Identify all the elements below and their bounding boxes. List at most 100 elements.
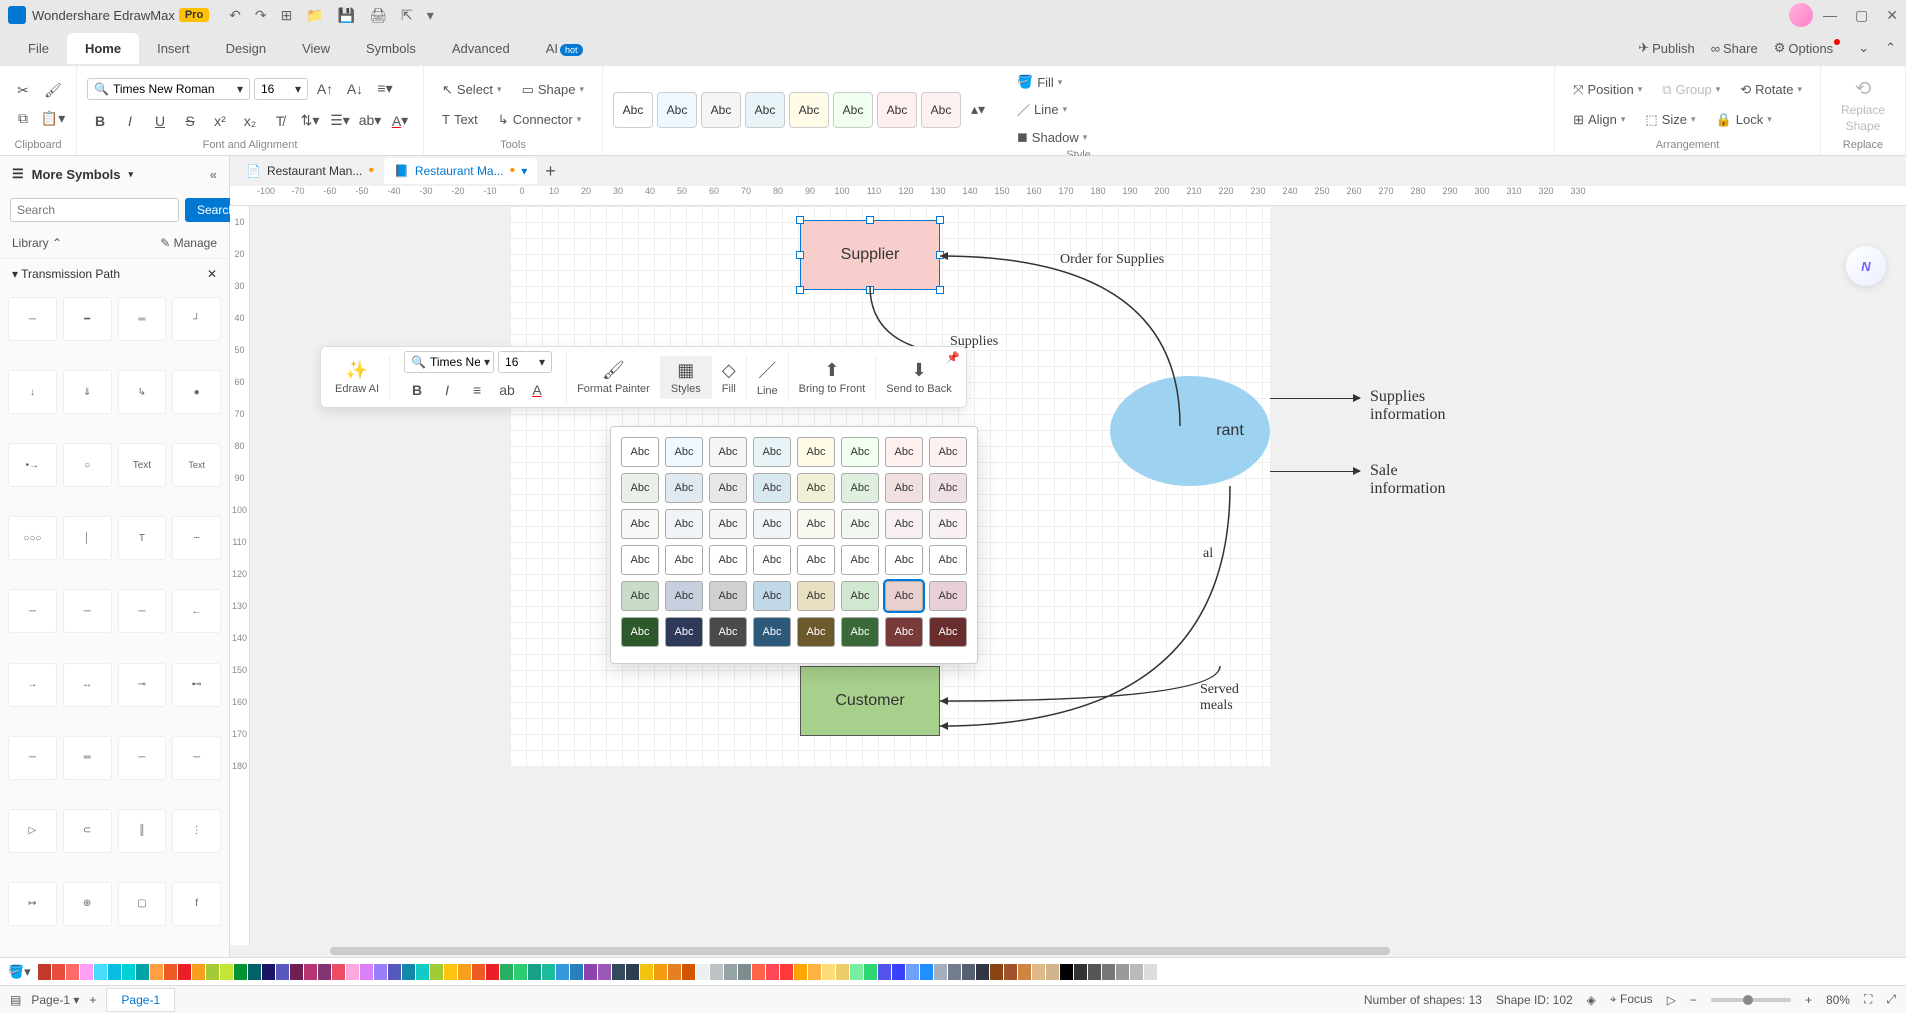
style-swatch[interactable]: Abc <box>929 617 967 647</box>
color-swatch[interactable] <box>122 964 135 980</box>
color-swatch[interactable] <box>836 964 849 980</box>
color-swatch[interactable] <box>1088 964 1101 980</box>
menu-design[interactable]: Design <box>208 33 284 64</box>
resize-handle[interactable] <box>936 251 944 259</box>
float-align-icon[interactable]: ≡ <box>464 377 490 403</box>
horizontal-scrollbar[interactable] <box>330 947 1390 955</box>
menu-advanced[interactable]: Advanced <box>434 33 528 64</box>
shape-item[interactable]: │ <box>63 516 112 560</box>
color-swatch[interactable] <box>290 964 303 980</box>
style-preset[interactable]: Abc <box>789 92 829 128</box>
fill-bucket-icon[interactable]: 🪣▾ <box>8 964 31 980</box>
underline-icon[interactable]: U <box>147 108 173 134</box>
lock-button[interactable]: 🔒 Lock▾ <box>1708 108 1780 132</box>
font-name-select[interactable]: 🔍▾ <box>87 78 250 100</box>
style-preset[interactable]: Abc <box>657 92 697 128</box>
minimize-icon[interactable]: — <box>1823 7 1837 24</box>
style-swatch[interactable]: Abc <box>665 473 703 503</box>
color-swatch[interactable] <box>682 964 695 980</box>
zoom-slider[interactable] <box>1711 998 1791 1002</box>
shape-item[interactable]: ═ <box>63 736 112 780</box>
color-swatch[interactable] <box>472 964 485 980</box>
fill-button[interactable]: 🪣 Fill▾ <box>1009 70 1095 94</box>
style-swatch[interactable]: Abc <box>885 581 923 611</box>
style-swatch[interactable]: Abc <box>621 581 659 611</box>
color-swatch[interactable] <box>1018 964 1031 980</box>
color-swatch[interactable] <box>1004 964 1017 980</box>
style-swatch[interactable]: Abc <box>665 509 703 539</box>
line-button[interactable]: ／ Line▾ <box>1009 96 1095 123</box>
redo-icon[interactable]: ↷ <box>255 7 267 24</box>
shape-item[interactable]: ○○○ <box>8 516 57 560</box>
search-input[interactable] <box>10 198 179 222</box>
style-swatch[interactable]: Abc <box>885 437 923 467</box>
color-swatch[interactable] <box>626 964 639 980</box>
shape-item[interactable]: ─ <box>118 736 167 780</box>
color-swatch[interactable] <box>66 964 79 980</box>
font-color-icon[interactable]: A▾ <box>387 108 413 134</box>
shape-item[interactable]: ━ <box>63 297 112 341</box>
float-size-select[interactable]: ▾ <box>498 351 552 373</box>
color-swatch[interactable] <box>416 964 429 980</box>
color-swatch[interactable] <box>80 964 93 980</box>
copy-icon[interactable]: ⧉ <box>10 106 36 132</box>
resize-handle[interactable] <box>866 216 874 224</box>
shape-item[interactable]: ─ <box>8 297 57 341</box>
cut-icon[interactable]: ✂ <box>10 78 36 104</box>
shape-item[interactable]: ─ <box>118 589 167 633</box>
style-swatch[interactable]: Abc <box>753 509 791 539</box>
color-swatch[interactable] <box>220 964 233 980</box>
menu-view[interactable]: View <box>284 33 348 64</box>
list-icon[interactable]: ☰▾ <box>327 108 353 134</box>
shape-item[interactable]: ● <box>172 370 221 414</box>
options-button[interactable]: ⚙ Options <box>1774 40 1842 56</box>
style-swatch[interactable]: Abc <box>621 437 659 467</box>
style-swatch[interactable]: Abc <box>709 545 747 575</box>
style-swatch[interactable]: Abc <box>841 617 879 647</box>
style-swatch[interactable]: Abc <box>665 437 703 467</box>
color-swatch[interactable] <box>332 964 345 980</box>
format-painter-button[interactable]: 🖌Format Painter <box>567 356 661 399</box>
style-swatch[interactable]: Abc <box>709 617 747 647</box>
color-swatch[interactable] <box>458 964 471 980</box>
save-icon[interactable]: 💾 <box>338 7 355 24</box>
style-swatch[interactable]: Abc <box>709 437 747 467</box>
color-swatch[interactable] <box>850 964 863 980</box>
color-swatch[interactable] <box>304 964 317 980</box>
shape-item[interactable]: ↓ <box>8 370 57 414</box>
chevron-down-icon[interactable]: ⌄ <box>1858 40 1869 56</box>
color-swatch[interactable] <box>1130 964 1143 980</box>
shape-item[interactable]: ⊕ <box>63 882 112 926</box>
shape-item[interactable]: ─ <box>63 589 112 633</box>
style-gallery-more-icon[interactable]: ▴▾ <box>965 97 991 123</box>
add-tab-icon[interactable]: + <box>545 161 556 182</box>
color-swatch[interactable] <box>766 964 779 980</box>
shape-tool[interactable]: ▭ Shape▾ <box>514 78 592 102</box>
color-swatch[interactable] <box>500 964 513 980</box>
menu-symbols[interactable]: Symbols <box>348 33 434 64</box>
style-preset[interactable]: Abc <box>745 92 785 128</box>
maximize-icon[interactable]: ▢ <box>1855 7 1868 24</box>
color-swatch[interactable] <box>178 964 191 980</box>
style-swatch[interactable]: Abc <box>797 545 835 575</box>
styles-button[interactable]: ▦Styles <box>661 356 712 399</box>
page-layout-icon[interactable]: ▤ <box>10 993 21 1007</box>
style-swatch[interactable]: Abc <box>709 473 747 503</box>
pin-icon[interactable]: 📌 <box>946 351 960 364</box>
hamburger-icon[interactable]: ☰ <box>12 166 24 182</box>
style-swatch[interactable]: Abc <box>753 545 791 575</box>
color-swatch[interactable] <box>206 964 219 980</box>
color-swatch[interactable] <box>262 964 275 980</box>
style-swatch[interactable]: Abc <box>885 545 923 575</box>
color-swatch[interactable] <box>794 964 807 980</box>
italic-icon[interactable]: I <box>117 108 143 134</box>
decrease-font-icon[interactable]: A↓ <box>342 76 368 102</box>
paste-icon[interactable]: 📋▾ <box>40 106 66 132</box>
color-swatch[interactable] <box>1060 964 1073 980</box>
color-swatch[interactable] <box>52 964 65 980</box>
color-swatch[interactable] <box>990 964 1003 980</box>
style-preset[interactable]: Abc <box>701 92 741 128</box>
publish-button[interactable]: ✈ Publish <box>1638 40 1695 56</box>
color-swatch[interactable] <box>136 964 149 980</box>
color-swatch[interactable] <box>1046 964 1059 980</box>
